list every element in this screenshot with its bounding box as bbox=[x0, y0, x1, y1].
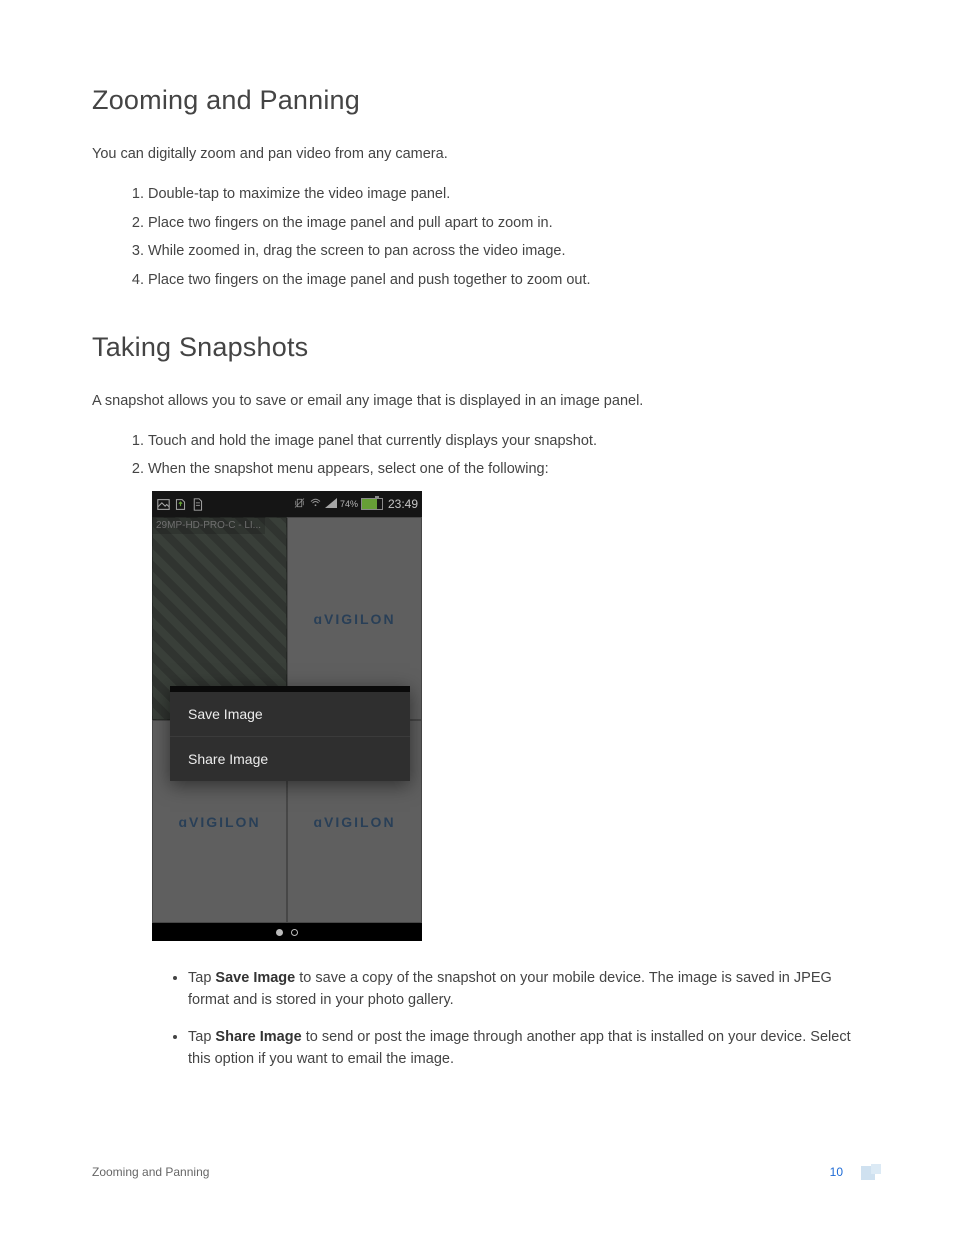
step-item: Place two fingers on the image panel and… bbox=[148, 213, 862, 235]
battery-icon bbox=[361, 498, 383, 510]
vibrate-icon bbox=[293, 497, 306, 512]
section-heading-zooming: Zooming and Panning bbox=[92, 85, 862, 116]
step-item: Touch and hold the image panel that curr… bbox=[148, 431, 862, 453]
section2-bullets: Tap Save Image to save a copy of the sna… bbox=[92, 967, 862, 1071]
section2-intro: A snapshot allows you to save or email a… bbox=[92, 391, 862, 413]
image-icon bbox=[156, 497, 170, 511]
bullet-item: Tap Save Image to save a copy of the sna… bbox=[188, 967, 862, 1012]
step-item: While zoomed in, drag the screen to pan … bbox=[148, 241, 862, 263]
step-item: Double-tap to maximize the video image p… bbox=[148, 184, 862, 206]
pager-dot-active bbox=[276, 929, 283, 936]
avigilon-logo: ɑVIGILON bbox=[313, 611, 395, 627]
bullet-item: Tap Share Image to send or post the imag… bbox=[188, 1026, 862, 1071]
menu-item-save-image[interactable]: Save Image bbox=[170, 692, 410, 737]
menu-item-share-image[interactable]: Share Image bbox=[170, 737, 410, 781]
step-item: Place two fingers on the image panel and… bbox=[148, 270, 862, 292]
clock: 23:49 bbox=[388, 497, 418, 511]
section1-steps: Double-tap to maximize the video image p… bbox=[92, 184, 862, 292]
page-number: 10 bbox=[830, 1165, 843, 1179]
battery-percent: 74% bbox=[340, 499, 358, 509]
signal-icon bbox=[325, 498, 337, 511]
avigilon-logo: ɑVIGILON bbox=[178, 814, 260, 830]
footer-section-name: Zooming and Panning bbox=[92, 1165, 209, 1179]
document-icon bbox=[190, 497, 204, 511]
wifi-icon bbox=[309, 497, 322, 512]
status-bar: 74% 23:49 bbox=[152, 491, 422, 517]
app-screenshot: 74% 23:49 ɑVIGILON ɑVIGILON ɑVIGILON 29M… bbox=[152, 491, 422, 941]
step-item: When the snapshot menu appears, select o… bbox=[148, 459, 862, 481]
export-icon bbox=[173, 497, 187, 511]
camera-label: 29MP-HD-PRO-C - LI... bbox=[152, 517, 265, 534]
page-footer: Zooming and Panning 10 bbox=[92, 1164, 881, 1180]
section2-steps: Touch and hold the image panel that curr… bbox=[92, 431, 862, 482]
page-indicator bbox=[152, 923, 422, 941]
avigilon-logo: ɑVIGILON bbox=[313, 814, 395, 830]
snapshot-context-menu: Save Image Share Image bbox=[170, 686, 410, 781]
pager-dot[interactable] bbox=[291, 929, 298, 936]
section1-intro: You can digitally zoom and pan video fro… bbox=[92, 144, 862, 166]
section-heading-snapshots: Taking Snapshots bbox=[92, 332, 862, 363]
footer-logo-icon bbox=[861, 1164, 881, 1180]
